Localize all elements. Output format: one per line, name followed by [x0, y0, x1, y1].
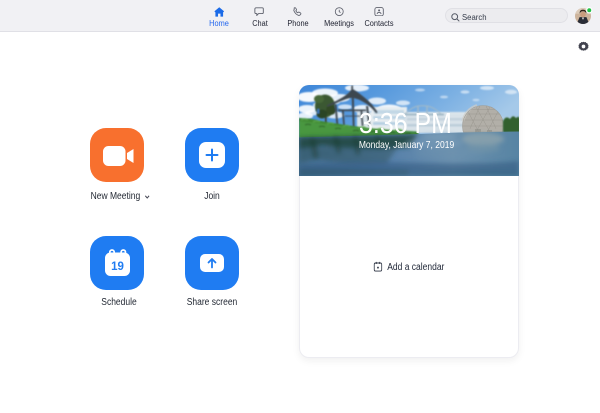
svg-text:19: 19	[111, 261, 124, 273]
